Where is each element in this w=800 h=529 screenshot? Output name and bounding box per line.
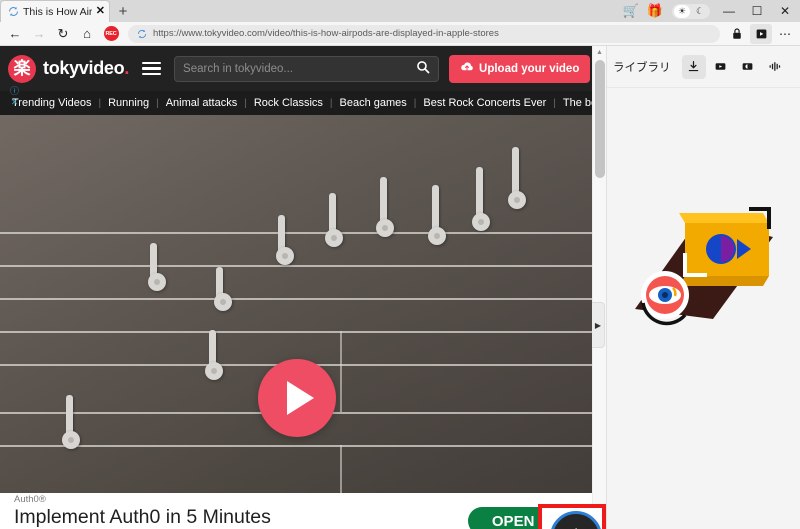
browser-window: This is How AirPoc ✕ + 🛒 🎁 ☀ ☾ — ☐ ✕ ← →… bbox=[0, 0, 800, 529]
upload-video-button[interactable]: Upload your video bbox=[449, 54, 591, 83]
browser-menu-icon[interactable]: ⋯ bbox=[774, 24, 796, 44]
site-logo[interactable]: 楽 tokyvideo. bbox=[8, 54, 129, 83]
gift-icon[interactable]: 🎁 bbox=[644, 0, 666, 22]
play-button[interactable] bbox=[258, 359, 336, 437]
library-label: ライブラリ bbox=[613, 61, 671, 74]
adchoices[interactable]: ⓘ ✕ bbox=[10, 86, 19, 107]
scrollbar-thumb[interactable] bbox=[595, 60, 605, 178]
lock-icon[interactable] bbox=[726, 24, 748, 44]
search-box[interactable] bbox=[174, 55, 440, 82]
nav-separator: | bbox=[98, 97, 102, 109]
play-triangle-icon bbox=[287, 381, 314, 415]
browser-toolbar: ← → ↻ ⌂ REC https://www.tokyvideo.com/vi… bbox=[0, 22, 800, 46]
site-favicon bbox=[136, 28, 147, 39]
sync-icon bbox=[7, 6, 19, 18]
nav-item-beach-games[interactable]: Beach games bbox=[340, 97, 407, 109]
logo-mark-icon: 楽 bbox=[8, 54, 36, 83]
search-input[interactable] bbox=[183, 62, 417, 75]
dark-mode-icon[interactable]: ☾ bbox=[692, 5, 708, 18]
home-button[interactable]: ⌂ bbox=[76, 24, 98, 44]
tab-title: This is How AirPoc bbox=[23, 5, 92, 18]
extension-header: ライブラリ bbox=[607, 46, 800, 88]
extension-illustration bbox=[621, 191, 787, 351]
extension-icon[interactable] bbox=[750, 23, 772, 44]
back-button[interactable]: ← bbox=[4, 24, 26, 44]
extension-panel: ライブラリ bbox=[606, 46, 800, 529]
cloud-upload-icon bbox=[460, 61, 474, 76]
category-nav: Trending Videos | Running | Animal attac… bbox=[0, 91, 592, 115]
sidebar-expand-tab[interactable]: ▶ bbox=[592, 302, 605, 348]
tab-close-icon[interactable]: ✕ bbox=[96, 6, 105, 17]
theme-toggle[interactable]: ☀ ☾ bbox=[672, 3, 710, 19]
nav-item-animal-attacks[interactable]: Animal attacks bbox=[166, 97, 238, 109]
light-mode-icon[interactable]: ☀ bbox=[674, 4, 690, 18]
ad-headline: Implement Auth0 in 5 Minutes bbox=[14, 505, 271, 528]
nav-item-rock-classics[interactable]: Rock Classics bbox=[254, 97, 323, 109]
logo-text: tokyvideo. bbox=[43, 58, 129, 79]
nav-separator: | bbox=[244, 97, 247, 109]
scroll-up-arrow-icon[interactable]: ▲ bbox=[593, 46, 606, 59]
video-player[interactable] bbox=[0, 115, 592, 493]
ad-open-label: OPEN bbox=[491, 512, 535, 529]
tab-strip: This is How AirPoc ✕ + 🛒 🎁 ☀ ☾ — ☐ ✕ bbox=[0, 0, 800, 22]
new-tab-button[interactable]: + bbox=[110, 0, 136, 22]
screen-recorder-button[interactable]: REC bbox=[100, 24, 122, 44]
upload-button-label: Upload your video bbox=[479, 62, 580, 75]
video-tab-icon[interactable] bbox=[709, 55, 733, 79]
maximize-button[interactable]: ☐ bbox=[744, 0, 770, 22]
adchoices-close-icon[interactable]: ✕ bbox=[11, 97, 19, 107]
nav-item-the-best[interactable]: The bes bbox=[563, 97, 592, 109]
download-tab-icon[interactable] bbox=[681, 54, 706, 79]
media-tab-icon[interactable] bbox=[736, 55, 760, 79]
reload-button[interactable]: ↻ bbox=[52, 24, 74, 44]
cart-icon[interactable]: 🛒 bbox=[620, 0, 642, 22]
nav-item-best-rock-concerts-ever[interactable]: Best Rock Concerts Ever bbox=[423, 97, 546, 109]
logo-dot: . bbox=[124, 58, 130, 78]
hamburger-menu-icon[interactable] bbox=[139, 59, 164, 79]
minimize-button[interactable]: — bbox=[716, 0, 742, 22]
forward-button: → bbox=[32, 26, 46, 41]
audio-tab-icon[interactable] bbox=[763, 55, 787, 79]
nav-separator: | bbox=[156, 97, 159, 109]
page-content: 楽 tokyvideo. Upload your video bbox=[0, 46, 800, 529]
nav-separator: | bbox=[329, 97, 333, 109]
browser-tab[interactable]: This is How AirPoc ✕ bbox=[0, 0, 110, 22]
logo-name: tokyvideo bbox=[43, 58, 125, 78]
adchoices-info-icon[interactable]: ⓘ bbox=[10, 86, 19, 96]
nav-separator: | bbox=[553, 97, 556, 109]
nav-item-running[interactable]: Running bbox=[108, 97, 149, 109]
ad-brand: Auth0® bbox=[14, 493, 46, 505]
nav-separator: | bbox=[413, 97, 417, 109]
site-header: 楽 tokyvideo. Upload your video bbox=[0, 46, 592, 91]
window-controls: 🛒 🎁 ☀ ☾ — ☐ ✕ bbox=[620, 0, 798, 22]
nav-item-trending-videos[interactable]: Trending Videos bbox=[12, 97, 92, 109]
close-window-button[interactable]: ✕ bbox=[772, 0, 798, 22]
ad-text-block: Auth0® Implement Auth0 in 5 Minutes bbox=[14, 494, 271, 529]
record-icon[interactable]: REC bbox=[103, 26, 119, 41]
tokyvideo-site: 楽 tokyvideo. Upload your video bbox=[0, 46, 592, 529]
url-text: https://www.tokyvideo.com/video/this-is-… bbox=[153, 28, 499, 39]
address-bar[interactable]: https://www.tokyvideo.com/video/this-is-… bbox=[128, 24, 720, 43]
page-scrollbar[interactable]: ▲ bbox=[592, 46, 606, 529]
search-icon[interactable] bbox=[416, 60, 430, 77]
